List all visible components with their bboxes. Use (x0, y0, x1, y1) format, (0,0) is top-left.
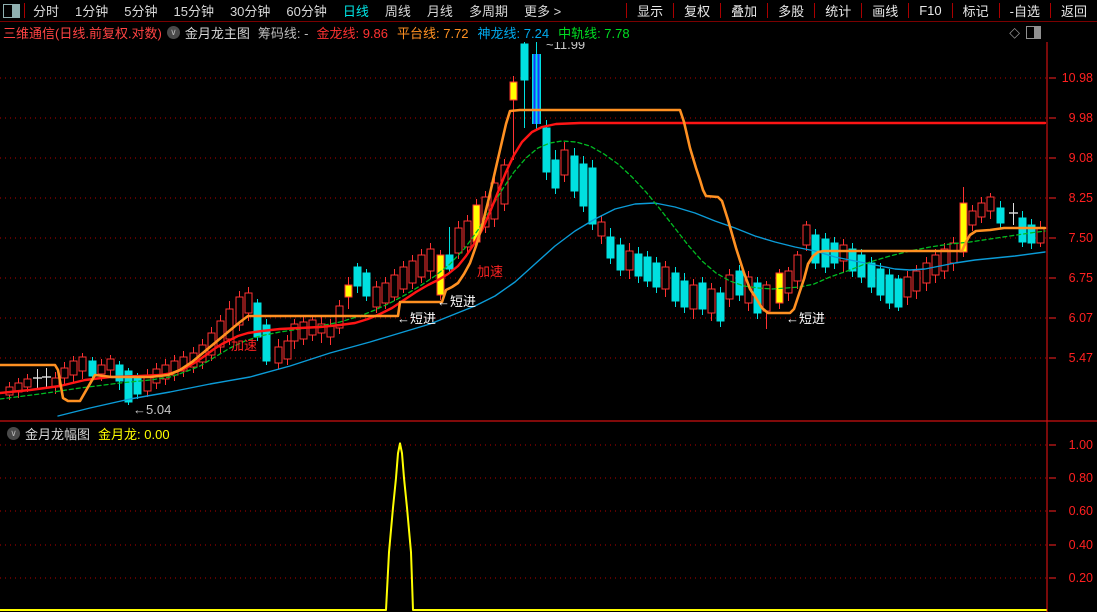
svg-text:9.98: 9.98 (1069, 111, 1093, 125)
sub-indicator-value: 金月龙: 0.00 (98, 427, 170, 442)
svg-text:8.25: 8.25 (1069, 191, 1093, 205)
header-right-icons: ◇ (1009, 25, 1041, 39)
tool-item-display[interactable]: 显示 (627, 1, 673, 20)
indicator-header: 三维通信(日线.前复权.对数) ∨ 金月龙主图 筹码线: - 金龙线: 9.86… (0, 22, 1097, 42)
tool-item-back[interactable]: 返回 (1051, 1, 1097, 20)
indicator-value: 金龙线: 9.86 (316, 25, 388, 41)
svg-text:9.08: 9.08 (1069, 151, 1093, 165)
svg-text:0.20: 0.20 (1069, 571, 1093, 585)
nav-item-fenshi[interactable]: 分时 (25, 1, 67, 20)
svg-text:0.40: 0.40 (1069, 538, 1093, 552)
nav-item-5min[interactable]: 5分钟 (116, 1, 165, 20)
tool-item-draw-line[interactable]: 画线 (862, 1, 908, 20)
collapse-subpanel-icon[interactable]: ∨ (7, 427, 20, 440)
tool-item-stats[interactable]: 统计 (815, 1, 861, 20)
indicator-values: 金龙线: 9.86 平台线: 7.72 神龙线: 7.24 中轨线: 7.78 (316, 23, 638, 42)
nav-item-daily[interactable]: 日线 (335, 1, 377, 20)
indicator-value: 中轨线: 7.78 (558, 25, 630, 41)
svg-text:5.47: 5.47 (1069, 351, 1093, 365)
svg-text:←5.04: ←5.04 (133, 402, 171, 417)
svg-text:←短进: ←短进 (786, 311, 825, 326)
svg-text:7.50: 7.50 (1069, 231, 1093, 245)
svg-text:0.60: 0.60 (1069, 504, 1093, 518)
tool-item-fuquan[interactable]: 复权 (674, 1, 720, 20)
main-indicator-name: 金月龙主图 (184, 25, 250, 41)
tool-item-watchlist-remove[interactable]: -自选 (1000, 1, 1050, 20)
svg-text:6.75: 6.75 (1069, 271, 1093, 285)
diamond-icon[interactable]: ◇ (1009, 25, 1020, 39)
chip-line-value: 筹码线: - (257, 25, 309, 41)
period-nav: 分时 1分钟 5分钟 15分钟 30分钟 60分钟 日线 周线 月线 多周期 更多 > (25, 0, 569, 21)
svg-text:加速: 加速 (231, 338, 257, 353)
tools-nav: 显示 复权 叠加 多股 统计 画线 F10 标记 -自选 返回 (626, 0, 1097, 21)
nav-item-monthly[interactable]: 月线 (419, 1, 461, 20)
price-chart-canvas[interactable]: 10.98 9.98 9.08 8.25 7.50 6.75 6.07 5.47 1.00 0.8… (0, 0, 1097, 612)
nav-item-weekly[interactable]: 周线 (377, 1, 419, 20)
tool-item-overlay[interactable]: 叠加 (721, 1, 767, 20)
svg-text:6.07: 6.07 (1069, 311, 1093, 325)
trading-terminal: 10.98 9.98 9.08 8.25 7.50 6.75 6.07 5.47 1.00 0.8… (0, 0, 1097, 612)
svg-text:加速: 加速 (477, 264, 503, 279)
svg-text:10.98: 10.98 (1062, 71, 1093, 85)
nav-item-1min[interactable]: 1分钟 (67, 1, 116, 20)
indicator-value: 神龙线: 7.24 (477, 25, 550, 41)
indicator-value: 平台线: 7.72 (397, 25, 469, 41)
sub-panel-header: ∨ 金月龙幅图 金月龙: 0.00 (2, 424, 170, 443)
svg-text:1.00: 1.00 (1069, 438, 1093, 452)
nav-item-30min[interactable]: 30分钟 (222, 1, 278, 20)
nav-item-60min[interactable]: 60分钟 (278, 1, 334, 20)
nav-item-15min[interactable]: 15分钟 (165, 1, 221, 20)
top-toolbar: 分时 1分钟 5分钟 15分钟 30分钟 60分钟 日线 周线 月线 多周期 更多 > 显示 复权 叠加… (0, 0, 1097, 22)
stock-title: 三维通信(日线.前复权.对数) (3, 25, 162, 41)
tool-item-multi-stock[interactable]: 多股 (768, 1, 814, 20)
nav-item-more[interactable]: 更多 > (516, 1, 569, 20)
svg-text:←短进: ←短进 (397, 311, 436, 326)
collapse-panel-icon[interactable]: ∨ (166, 25, 180, 39)
svg-text:←短进: ←短进 (437, 294, 476, 309)
tool-item-mark[interactable]: 标记 (953, 1, 999, 20)
svg-text:0.80: 0.80 (1069, 471, 1093, 485)
sub-indicator-name: 金月龙幅图 (25, 427, 91, 442)
window-layout-icon[interactable] (3, 3, 20, 18)
split-view-icon[interactable] (1026, 25, 1041, 39)
nav-item-multi-period[interactable]: 多周期 (461, 1, 516, 20)
tool-item-f10[interactable]: F10 (909, 3, 951, 18)
